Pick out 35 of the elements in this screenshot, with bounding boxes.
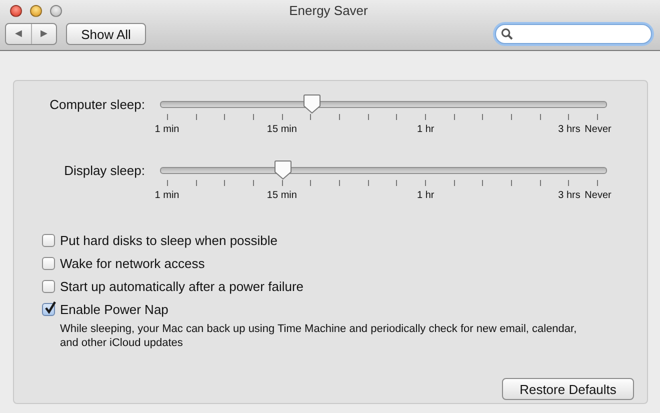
show-all-button[interactable]: Show All	[66, 23, 146, 45]
slider[interactable]	[160, 94, 607, 114]
checkbox[interactable]	[42, 280, 55, 293]
minimize-button[interactable]	[30, 4, 42, 16]
tick-label: Never	[584, 124, 612, 135]
slider-label: Computer sleep:	[48, 97, 145, 112]
zoom-button[interactable]	[50, 4, 62, 16]
checkbox[interactable]	[42, 234, 55, 247]
tick-label: 1 hr	[416, 124, 434, 135]
search-field[interactable]	[495, 24, 652, 44]
search-icon	[501, 28, 513, 40]
slider-label: Display sleep:	[63, 163, 145, 178]
tick-label: 15 min	[266, 190, 297, 201]
tick-label: 3 hrs	[558, 124, 580, 135]
tick-label: 1 min	[154, 124, 180, 135]
close-button[interactable]	[10, 4, 22, 16]
tick-label: 1 hr	[416, 190, 434, 201]
description-text: While sleeping, your Mac can back up using Time Machine and periodically check for new email, calendar, and other iCloud updates	[60, 322, 578, 350]
tick-label: 3 hrs	[558, 190, 580, 201]
checkbox-label[interactable]: Start up automatically after a power failure	[60, 279, 304, 294]
checkbox-label[interactable]: Wake for network access	[60, 256, 205, 271]
tick-label: Never	[584, 190, 612, 201]
slider-thumb[interactable]	[274, 160, 292, 180]
checkbox-label[interactable]: Enable Power Nap	[60, 302, 168, 317]
checkbox[interactable]	[42, 257, 55, 270]
slider[interactable]	[160, 160, 607, 180]
tick-label: 1 min	[154, 190, 180, 201]
slider-thumb[interactable]	[302, 94, 321, 114]
tick-label: 15 min	[266, 124, 297, 135]
checkbox-label[interactable]: Put hard disks to sleep when possible	[60, 233, 278, 248]
checkbox[interactable]	[42, 303, 55, 316]
restore-defaults-button[interactable]: Restore Defaults	[502, 378, 634, 400]
forward-button[interactable]: ▶	[31, 24, 56, 44]
back-button[interactable]: ◀	[6, 24, 31, 44]
window-title: Energy Saver	[289, 3, 368, 18]
